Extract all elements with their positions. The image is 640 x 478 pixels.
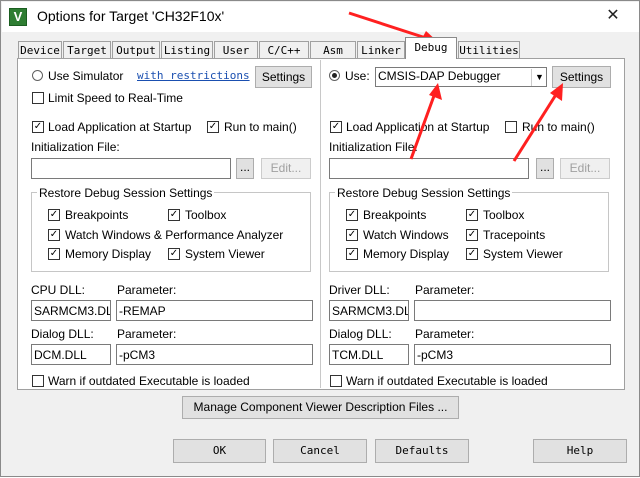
arrow-to-debugger-select: [409, 92, 437, 160]
annotation-arrows: [348, 11, 563, 162]
arrow-to-settings: [512, 92, 559, 162]
arrow-to-debug-tab: [348, 11, 430, 41]
arrow-head-debugger-select: [429, 83, 442, 100]
options-dialog: V Options for Target 'CH32F10x' ✕ Device…: [0, 0, 640, 477]
tab-debug[interactable]: Debug: [405, 37, 457, 59]
